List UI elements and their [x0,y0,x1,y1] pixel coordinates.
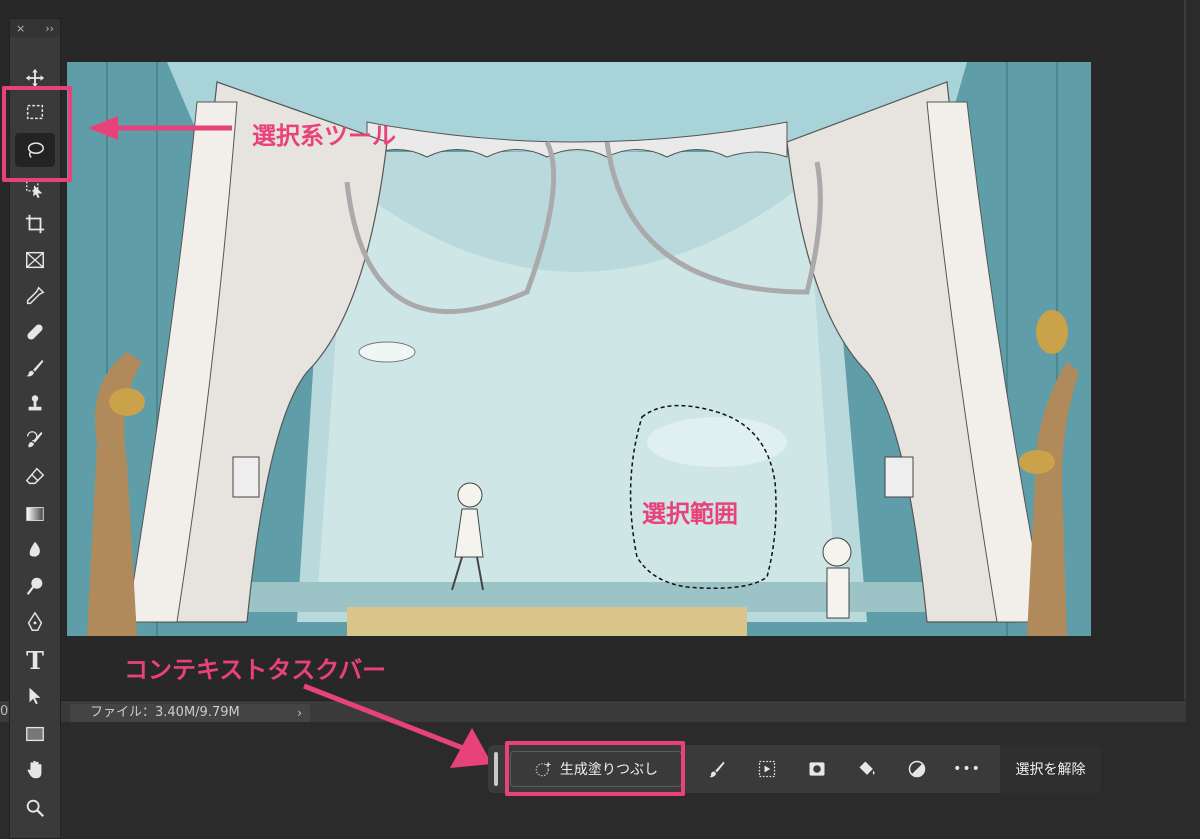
close-icon[interactable]: × [16,22,25,35]
selection-tools-label: 選択系ツール [252,122,396,150]
canvas-image[interactable]: 選択範囲 [67,62,1091,636]
tools-panel-header: × ›› [10,19,60,37]
mask-icon[interactable] [792,751,842,787]
adjustment-icon[interactable] [892,751,942,787]
dodge-icon[interactable] [10,569,60,603]
zoom-icon[interactable] [10,791,60,825]
cursor-icon[interactable] [10,679,60,713]
eraser-icon[interactable] [10,459,60,493]
fill-bucket-icon[interactable] [842,751,892,787]
more-icon[interactable]: ••• [942,751,992,787]
frame-icon[interactable] [10,243,60,277]
generative-fill-highlight [505,741,685,796]
pen-icon[interactable] [10,605,60,639]
selection-tools-highlight [2,86,72,182]
eyedropper-icon[interactable] [10,279,60,313]
crop-icon[interactable] [10,207,60,241]
hand-icon[interactable] [10,753,60,787]
file-info-text: ファイル：3.40M/9.79M [90,705,240,720]
selection-marquee[interactable] [67,62,1091,636]
status-bar: 0 ファイル：3.40M/9.79M › [0,700,1186,722]
type-icon[interactable]: T [10,643,60,677]
file-info[interactable]: ファイル：3.40M/9.79M › [70,704,310,722]
status-left-fragment: 0 [0,704,9,719]
bandage-icon[interactable] [10,315,60,349]
select-subject-icon[interactable] [742,751,792,787]
selection-area-label: 選択範囲 [642,500,738,528]
gradient-icon[interactable] [10,497,60,531]
selection-tools-arrow [88,116,232,140]
context-taskbar-arrow [303,683,492,768]
rectangle-icon[interactable] [10,717,60,751]
expand-icon[interactable]: ›› [45,22,54,35]
drag-handle[interactable] [494,752,498,786]
history-brush-icon[interactable] [10,423,60,457]
deselect-button[interactable]: 選択を解除 [1000,745,1101,793]
brush-icon[interactable] [10,351,60,385]
stamp-icon[interactable] [10,387,60,421]
brush-refine-icon[interactable] [692,751,742,787]
document-window: 選択範囲 0 ファイル：3.40M/9.79M › [0,0,1186,722]
blur-icon[interactable] [10,533,60,567]
